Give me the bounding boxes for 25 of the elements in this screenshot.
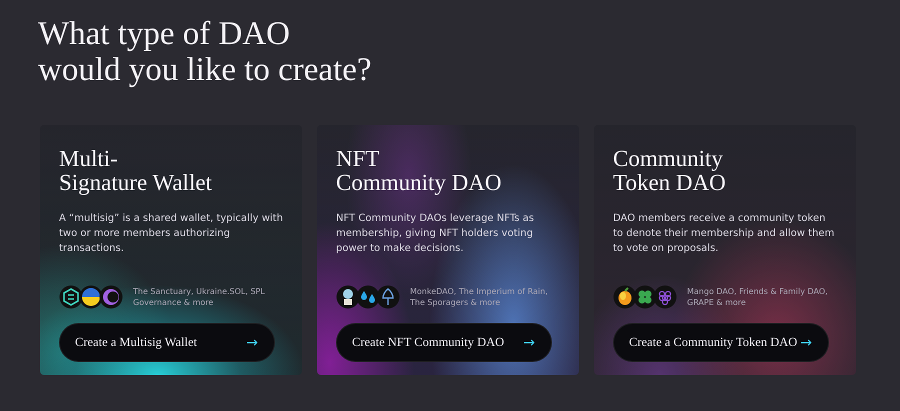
create-button[interactable]: Create a Community Token DAO →: [613, 323, 829, 362]
hexagon-logo-icon: [59, 285, 83, 309]
create-button[interactable]: Create NFT Community DAO →: [336, 323, 552, 362]
card-title: NFT Community DAO: [336, 147, 502, 195]
clover-icon: [633, 285, 657, 309]
arrow-icon: →: [800, 334, 812, 350]
examples-text: MonkeDAO, The Imperium of Rain, The Sporagers & more: [410, 286, 549, 308]
card-description: DAO members receive a community token to denote their membership and allow them to vote on proposals.: [613, 212, 836, 256]
drops-icon: [356, 285, 380, 309]
create-button[interactable]: Create a Multisig Wallet →: [59, 323, 275, 362]
page-heading: What type of DAO would you like to create?: [38, 16, 373, 88]
card-description: NFT Community DAOs leverage NFTs as membership, giving NFT holders voting power to make decisions.: [336, 212, 536, 256]
examples-text: Mango DAO, Friends & Family DAO, GRAPE & more: [687, 286, 829, 308]
grapes-icon: [653, 285, 677, 309]
mango-icon: [613, 285, 637, 309]
crescent-icon: [99, 285, 123, 309]
arrow-icon: →: [523, 334, 535, 350]
card-title: Multi- Signature Wallet: [59, 147, 213, 195]
flag-icon: [79, 285, 103, 309]
arrow-icon: →: [246, 334, 258, 350]
card-title: Community Token DAO: [613, 147, 727, 195]
mushroom-icon: [376, 285, 400, 309]
examples-text: The Sanctuary, Ukraine.SOL, SPL Governance & more: [133, 286, 266, 308]
figure-icon: [336, 285, 360, 309]
card-description: A “multisig” is a shared wallet, typically with two or more members authorizing transactions.: [59, 212, 283, 256]
